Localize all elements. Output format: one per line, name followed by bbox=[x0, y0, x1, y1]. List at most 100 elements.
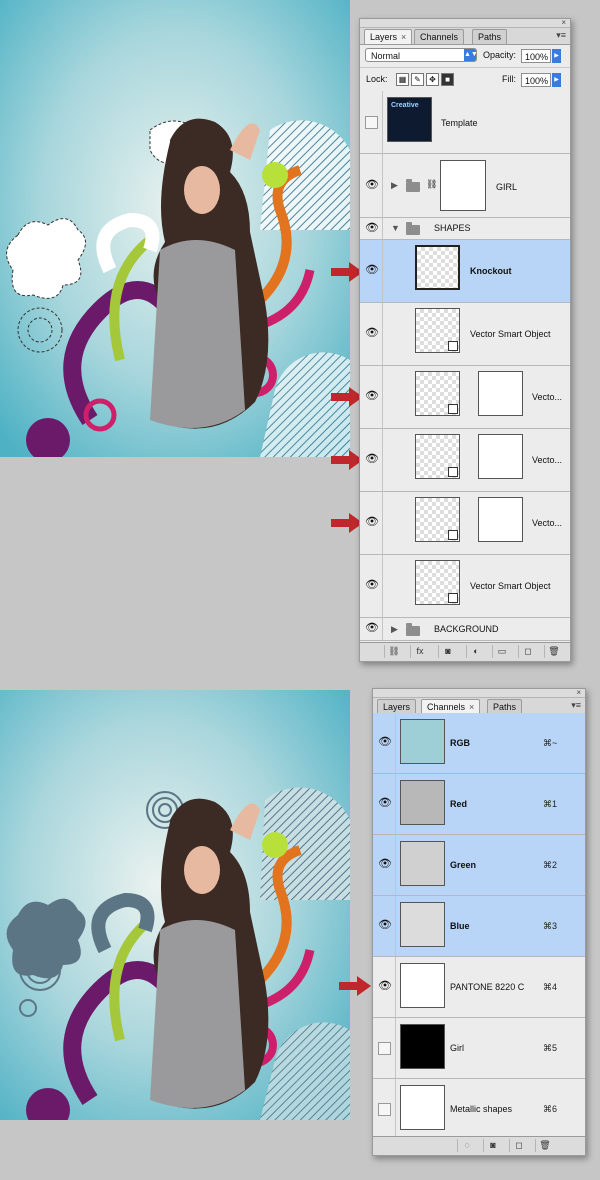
layer-group-background[interactable]: 👁 ▶ BACKGROUND bbox=[360, 618, 570, 641]
eye-icon[interactable]: 👁 bbox=[365, 622, 379, 635]
channel-name[interactable]: Red bbox=[450, 799, 467, 809]
layer-mask-thumbnail[interactable] bbox=[440, 160, 486, 211]
eye-icon[interactable]: 👁 bbox=[378, 858, 392, 871]
channel-row-pantone[interactable]: 👁 PANTONE 8220 C ⌘4 bbox=[373, 957, 585, 1018]
expand-triangle-icon[interactable]: ▶ bbox=[391, 624, 398, 635]
visibility-toggle[interactable]: 👁 bbox=[360, 218, 383, 239]
visibility-toggle[interactable]: 👁 bbox=[360, 618, 383, 640]
channel-row-blue[interactable]: 👁 Blue ⌘3 bbox=[373, 896, 585, 957]
eye-icon[interactable]: 👁 bbox=[365, 453, 379, 466]
visibility-toggle[interactable]: 👁 bbox=[373, 774, 396, 834]
visibility-toggle[interactable]: 👁 bbox=[360, 240, 383, 302]
channel-name[interactable]: Blue bbox=[450, 921, 470, 931]
visibility-toggle[interactable]: 👁 bbox=[373, 713, 396, 773]
lock-position-icon[interactable]: ✥ bbox=[426, 73, 439, 86]
blend-mode-select[interactable]: Normal ▲▼ bbox=[365, 48, 478, 62]
eye-icon[interactable]: 👁 bbox=[365, 264, 379, 277]
tab-channels[interactable]: Channels × bbox=[421, 699, 481, 714]
panel-menu-icon[interactable]: ▾≡ bbox=[571, 700, 581, 711]
new-group-icon[interactable]: ▭ bbox=[492, 645, 511, 658]
tab-paths[interactable]: Paths bbox=[472, 29, 508, 44]
layer-mask-thumbnail[interactable] bbox=[478, 434, 523, 479]
new-layer-icon[interactable]: ◻ bbox=[518, 645, 537, 658]
lock-all-icon[interactable]: ■ bbox=[441, 73, 454, 86]
trash-icon[interactable]: 🗑 bbox=[544, 645, 563, 658]
tab-close-icon[interactable]: × bbox=[469, 702, 474, 712]
eye-icon[interactable]: 👁 bbox=[365, 327, 379, 340]
visibility-toggle[interactable] bbox=[373, 1079, 396, 1139]
panel-titlebar[interactable]: × bbox=[360, 18, 570, 28]
visibility-toggle[interactable]: 👁 bbox=[360, 429, 383, 491]
load-selection-icon[interactable]: ◌ bbox=[457, 1139, 476, 1152]
fx-icon[interactable]: fx bbox=[410, 645, 429, 658]
channel-row-rgb[interactable]: 👁 RGB ⌘~ bbox=[373, 713, 585, 774]
panel-titlebar[interactable]: × bbox=[373, 688, 585, 698]
channel-name[interactable]: Girl bbox=[450, 1043, 464, 1053]
layer-name[interactable]: Vecto... bbox=[532, 518, 562, 528]
layer-mask-thumbnail[interactable] bbox=[478, 497, 523, 542]
hidden-visibility-box[interactable] bbox=[378, 1103, 391, 1116]
eye-icon[interactable]: 👁 bbox=[378, 797, 392, 810]
eye-icon[interactable]: 👁 bbox=[365, 390, 379, 403]
eye-icon[interactable]: 👁 bbox=[378, 736, 392, 749]
layer-name[interactable]: Vector Smart Object bbox=[470, 329, 551, 339]
panel-close-button[interactable]: × bbox=[576, 688, 581, 697]
eye-icon[interactable]: 👁 bbox=[378, 980, 392, 993]
layer-group-shapes[interactable]: 👁 ▼ SHAPES bbox=[360, 218, 570, 240]
channel-name[interactable]: RGB bbox=[450, 738, 470, 748]
channel-row-red[interactable]: 👁 Red ⌘1 bbox=[373, 774, 585, 835]
opacity-arrow-icon[interactable]: ▶ bbox=[552, 49, 561, 63]
layer-row-knockout[interactable]: 👁 Knockout bbox=[360, 240, 570, 303]
add-mask-icon[interactable]: ◙ bbox=[438, 645, 457, 658]
layer-row-vector[interactable]: 👁 Vecto... bbox=[360, 429, 570, 492]
visibility-toggle[interactable]: 👁 bbox=[360, 154, 383, 217]
eye-icon[interactable]: 👁 bbox=[378, 919, 392, 932]
hidden-visibility-box[interactable] bbox=[365, 116, 378, 129]
layer-row-template[interactable]: Creative Template bbox=[360, 91, 570, 154]
visibility-toggle[interactable] bbox=[373, 1018, 396, 1078]
channel-row-girl[interactable]: Girl ⌘5 bbox=[373, 1018, 585, 1079]
channel-name[interactable]: PANTONE 8220 C bbox=[450, 982, 524, 992]
layer-row-vector-smart-object[interactable]: 👁 Vector Smart Object bbox=[360, 303, 570, 366]
lock-image-icon[interactable]: ✎ bbox=[411, 73, 424, 86]
visibility-toggle[interactable]: 👁 bbox=[360, 366, 383, 428]
save-selection-icon[interactable]: ◙ bbox=[483, 1139, 502, 1152]
layer-name[interactable]: Template bbox=[441, 118, 478, 128]
eye-icon[interactable]: 👁 bbox=[365, 179, 379, 192]
eye-icon[interactable]: 👁 bbox=[365, 516, 379, 529]
layer-name[interactable]: Knockout bbox=[470, 266, 512, 276]
tab-layers[interactable]: Layers × bbox=[364, 29, 413, 44]
adjustment-layer-icon[interactable]: ◐ bbox=[466, 645, 485, 658]
eye-icon[interactable]: 👁 bbox=[365, 579, 379, 592]
tab-channels[interactable]: Channels bbox=[414, 29, 465, 44]
eye-icon[interactable]: 👁 bbox=[365, 222, 379, 235]
layer-name[interactable]: GIRL bbox=[496, 182, 517, 192]
layer-row-vector[interactable]: 👁 Vecto... bbox=[360, 366, 570, 429]
layer-name[interactable]: BACKGROUND bbox=[434, 624, 499, 634]
tab-close-icon[interactable]: × bbox=[401, 32, 406, 42]
collapse-triangle-icon[interactable]: ▼ bbox=[391, 223, 400, 233]
visibility-toggle[interactable]: 👁 bbox=[373, 896, 396, 956]
hidden-visibility-box[interactable] bbox=[378, 1042, 391, 1055]
panel-close-button[interactable]: × bbox=[561, 18, 566, 27]
layer-row-vector[interactable]: 👁 Vecto... bbox=[360, 492, 570, 555]
layer-name[interactable]: Vector Smart Object bbox=[470, 581, 551, 591]
channel-name[interactable]: Green bbox=[450, 860, 476, 870]
layer-name[interactable]: SHAPES bbox=[434, 223, 471, 233]
trash-icon[interactable]: 🗑 bbox=[535, 1139, 554, 1152]
visibility-toggle[interactable]: 👁 bbox=[360, 492, 383, 554]
visibility-toggle[interactable]: 👁 bbox=[360, 303, 383, 365]
visibility-toggle[interactable]: 👁 bbox=[373, 957, 396, 1017]
fill-arrow-icon[interactable]: ▶ bbox=[552, 73, 561, 87]
channel-row-green[interactable]: 👁 Green ⌘2 bbox=[373, 835, 585, 896]
tab-paths[interactable]: Paths bbox=[487, 699, 523, 714]
visibility-toggle[interactable]: 👁 bbox=[360, 555, 383, 617]
fill-field[interactable]: 100% bbox=[521, 73, 551, 87]
expand-triangle-icon[interactable]: ▶ bbox=[391, 180, 398, 191]
channel-row-metallic-shapes[interactable]: Metallic shapes ⌘6 bbox=[373, 1079, 585, 1140]
layer-mask-thumbnail[interactable] bbox=[478, 371, 523, 416]
link-layers-icon[interactable]: ⛓ bbox=[384, 645, 403, 658]
channel-name[interactable]: Metallic shapes bbox=[450, 1104, 512, 1114]
link-icon[interactable]: ⛓ bbox=[426, 179, 437, 190]
opacity-field[interactable]: 100% bbox=[521, 49, 551, 63]
